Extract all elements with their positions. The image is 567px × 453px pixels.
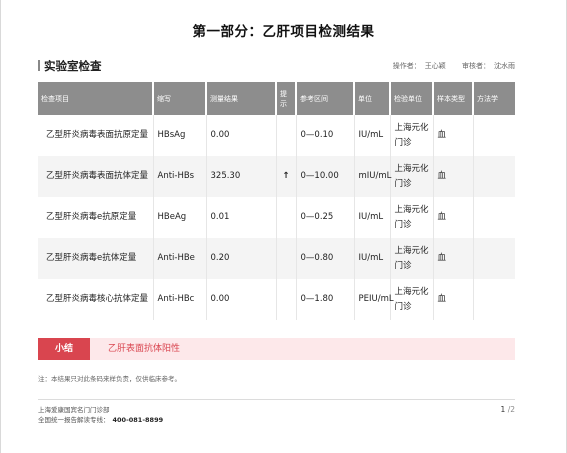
page-total: /2 bbox=[507, 405, 515, 414]
cell-hint bbox=[276, 115, 297, 156]
disclaimer-note: 注：本结果只对此条码来样负责，仅供临床参考。 bbox=[38, 375, 181, 383]
footer-info: 上海爱康国宾名门门诊部 全国统一报告解读专线： 400-081-8899 bbox=[38, 405, 163, 425]
up-arrow-icon: ↑ bbox=[276, 156, 297, 197]
cell-hint bbox=[276, 279, 297, 320]
cell-method bbox=[473, 115, 515, 156]
header-item: 检查项目 bbox=[38, 82, 154, 115]
cell-name: 乙型肝炎病毒e抗体定量 bbox=[38, 238, 154, 279]
cell-method bbox=[473, 279, 515, 320]
header-range: 参考区间 bbox=[296, 82, 355, 115]
footer-divider bbox=[38, 399, 515, 400]
footer-company: 上海爱康国宾名门门诊部 bbox=[38, 406, 110, 414]
cell-sample: 血 bbox=[433, 197, 474, 238]
cell-name: 乙型肝炎病毒e抗原定量 bbox=[38, 197, 154, 238]
reviewer-name: 沈水雨 bbox=[494, 62, 515, 70]
cell-hint bbox=[276, 197, 297, 238]
cell-name: 乙型肝炎病毒表面抗原定量 bbox=[38, 115, 154, 156]
header-lab: 检验单位 bbox=[390, 82, 434, 115]
cell-unit: IU/mL bbox=[354, 115, 391, 156]
cell-unit: PEIU/mL bbox=[354, 279, 394, 320]
cell-result: 0.00 bbox=[206, 115, 277, 156]
summary-text: 乙肝表面抗体阳性 bbox=[108, 344, 181, 354]
header-unit: 单位 bbox=[354, 82, 391, 115]
cell-lab: 上海元化门诊 bbox=[390, 156, 434, 197]
cell-lab: 上海元化门诊 bbox=[390, 115, 434, 156]
reviewer-label: 审核者： bbox=[462, 62, 490, 70]
cell-range: 0—10.00 bbox=[296, 156, 355, 197]
cell-range: 0—1.80 bbox=[296, 279, 355, 320]
operator-name: 王心颖 bbox=[424, 62, 446, 70]
section-header: 实验室检查 操作者： 王心颖 审核者： 沈水雨 bbox=[38, 58, 515, 74]
section-marker bbox=[38, 60, 40, 71]
cell-method bbox=[473, 197, 515, 238]
table-row: 乙型肝炎病毒e抗原定量 HBeAg 0.01 0—0.25 IU/mL 上海元化… bbox=[38, 197, 515, 238]
page-current: 1 bbox=[500, 405, 506, 414]
cell-lab: 上海元化门诊 bbox=[390, 279, 434, 320]
cell-result: 0.01 bbox=[206, 197, 277, 238]
summary-bar: 小结 乙肝表面抗体阳性 bbox=[38, 338, 515, 360]
cell-sample: 血 bbox=[433, 238, 474, 279]
cell-method bbox=[473, 238, 515, 279]
header-abbr: 缩写 bbox=[153, 82, 207, 115]
cell-lab: 上海元化门诊 bbox=[390, 238, 434, 279]
cell-result: 0.20 bbox=[206, 238, 277, 279]
page-number: 1 /2 bbox=[501, 405, 515, 414]
table-row: 乙型肝炎病毒表面抗体定量 Anti-HBs 325.30 ↑ 0—10.00 m… bbox=[38, 156, 515, 197]
cell-lab: 上海元化门诊 bbox=[390, 197, 434, 238]
cell-unit: mIU/mL bbox=[354, 156, 391, 197]
cell-range: 0—0.25 bbox=[296, 197, 355, 238]
cell-range: 0—0.10 bbox=[296, 115, 355, 156]
footer-hotline-label: 全国统一报告解读专线： bbox=[38, 416, 110, 424]
cell-abbr: HBsAg bbox=[153, 115, 207, 156]
cell-abbr: Anti-HBs bbox=[153, 156, 207, 197]
footer-hotline: 400-081-8899 bbox=[112, 416, 164, 424]
document-title: 第一部分：乙肝项目检测结果 bbox=[192, 24, 375, 40]
results-table: 检查项目 缩写 测量结果 提示 参考区间 单位 检验单位 样本类型 方法学 乙型… bbox=[38, 82, 515, 320]
cell-sample: 血 bbox=[433, 156, 474, 197]
cell-unit: IU/mL bbox=[354, 197, 391, 238]
table-row: 乙型肝炎病毒e抗体定量 Anti-HBe 0.20 0—0.80 IU/mL 上… bbox=[38, 238, 515, 279]
cell-unit: IU/mL bbox=[354, 238, 391, 279]
cell-abbr: Anti-HBc bbox=[153, 279, 207, 320]
summary-label: 小结 bbox=[38, 338, 90, 360]
cell-range: 0—0.80 bbox=[296, 238, 355, 279]
cell-name: 乙型肝炎病毒核心抗体定量 bbox=[38, 279, 154, 320]
header-result: 测量结果 bbox=[206, 82, 277, 115]
table-row: 乙型肝炎病毒表面抗原定量 HBsAg 0.00 0—0.10 IU/mL 上海元… bbox=[38, 115, 515, 156]
cell-abbr: HBeAg bbox=[153, 197, 207, 238]
cell-abbr: Anti-HBe bbox=[153, 238, 207, 279]
section-meta: 操作者： 王心颖 审核者： 沈水雨 bbox=[389, 61, 515, 71]
operator-label: 操作者： bbox=[392, 62, 421, 70]
cell-result: 325.30 bbox=[206, 156, 277, 197]
header-sample: 样本类型 bbox=[433, 82, 474, 115]
table-row: 乙型肝炎病毒核心抗体定量 Anti-HBc 0.00 0—1.80 PEIU/m… bbox=[38, 279, 515, 320]
table-header-row: 检查项目 缩写 测量结果 提示 参考区间 单位 检验单位 样本类型 方法学 bbox=[38, 82, 515, 115]
cell-name: 乙型肝炎病毒表面抗体定量 bbox=[38, 156, 154, 197]
cell-sample: 血 bbox=[433, 115, 474, 156]
footer-hotline-row: 全国统一报告解读专线： 400-081-8899 bbox=[38, 415, 163, 425]
section-title: 实验室检查 bbox=[44, 59, 102, 73]
header-hint: 提示 bbox=[276, 82, 297, 115]
cell-result: 0.00 bbox=[206, 279, 277, 320]
page-border-left bbox=[0, 0, 1, 453]
cell-sample: 血 bbox=[433, 279, 474, 320]
cell-method bbox=[473, 156, 515, 197]
cell-hint bbox=[276, 238, 297, 279]
header-method: 方法学 bbox=[473, 82, 515, 115]
